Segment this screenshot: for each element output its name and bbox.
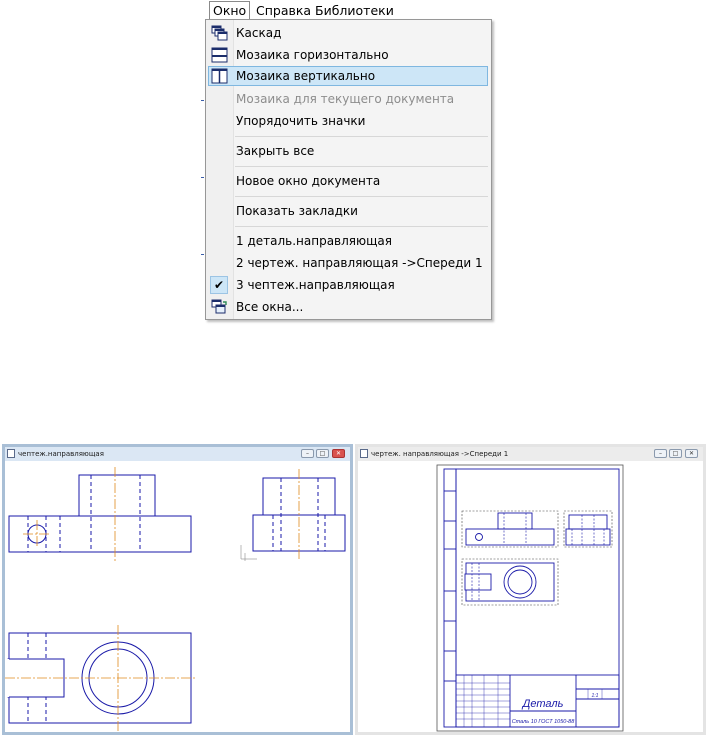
menu-bar: Окно Справка Библиотеки (206, 0, 490, 20)
tile-horizontal-icon (211, 47, 228, 63)
menu-item-label: Закрыть все (236, 144, 315, 158)
menu-item-tile-vertical[interactable]: Мозаика вертикально (208, 66, 488, 86)
menu-window[interactable]: Окно (209, 1, 251, 20)
menu-item-tile-horizontal[interactable]: Мозаика горизонтально (208, 45, 488, 65)
background-tick (201, 100, 204, 101)
menu-separator (235, 196, 488, 197)
minimize-button[interactable]: – (654, 449, 667, 458)
menu-item-label: Мозаика для текущего документа (236, 92, 455, 106)
menu-help[interactable]: Справка (253, 2, 314, 19)
background-tick (201, 254, 204, 255)
window-title: чертеж. направляющая ->Спереди 1 (371, 450, 509, 458)
background-tick (201, 177, 204, 178)
drawing-sheet: Деталь Сталь 10 ГОСТ 1050-88 1:1 (436, 464, 624, 732)
window-dropdown-menu: Каскад Мозаика горизонтально Мозаика вер… (205, 19, 492, 320)
cascade-icon (211, 25, 228, 41)
title-block-scale: 1:1 (592, 693, 599, 699)
menu-item-label: Мозаика горизонтально (236, 48, 389, 62)
close-button[interactable]: ✕ (332, 449, 345, 458)
window-titlebar[interactable]: чертеж. направляющая ->Спереди 1 – □ ✕ (358, 447, 703, 461)
menu-item-cascade[interactable]: Каскад (208, 23, 488, 43)
document-icon (7, 449, 15, 458)
maximize-button[interactable]: □ (669, 449, 682, 458)
menu-separator (235, 226, 488, 227)
title-block-name: Деталь (521, 698, 564, 710)
menu-item-window-2[interactable]: 2 чертеж. направляющая ->Спереди 1 (208, 253, 488, 273)
menu-item-label: 3 чептеж.направляющая (236, 278, 395, 292)
menu-item-label: Показать закладки (236, 204, 358, 218)
window-titlebar[interactable]: чептеж.направляющая – □ ✕ (5, 447, 350, 461)
document-window-left[interactable]: чептеж.направляющая – □ ✕ (2, 444, 353, 735)
checkmark-icon: ✔ (210, 276, 228, 294)
all-windows-icon (211, 299, 228, 315)
part-drawing (5, 467, 346, 731)
menu-item-window-1[interactable]: 1 деталь.направляющая (208, 231, 488, 251)
menu-item-show-tabs[interactable]: Показать закладки (208, 201, 488, 221)
menu-item-label: Мозаика вертикально (236, 69, 376, 83)
menu-separator (235, 136, 488, 137)
menu-item-label: 2 чертеж. направляющая ->Спереди 1 (236, 256, 483, 270)
document-icon (360, 449, 368, 458)
menu-item-arrange-icons[interactable]: Упорядочить значки (208, 111, 488, 131)
document-window-right[interactable]: чертеж. направляющая ->Спереди 1 – □ ✕ Д… (355, 444, 706, 735)
menu-window-label: Окно (213, 3, 247, 18)
menu-item-label: Новое окно документа (236, 174, 381, 188)
minimize-button[interactable]: – (301, 449, 314, 458)
tile-vertical-icon (211, 68, 228, 84)
menu-libraries-label: Библиотеки (315, 3, 394, 18)
menu-libraries[interactable]: Библиотеки (312, 2, 397, 19)
window-title: чептеж.направляющая (18, 450, 104, 458)
title-block-material: Сталь 10 ГОСТ 1050-88 (512, 719, 576, 725)
menu-item-all-windows[interactable]: Все окна... (208, 297, 488, 317)
menu-item-label: Все окна... (236, 300, 304, 314)
menu-item-close-all[interactable]: Закрыть все (208, 141, 488, 161)
menu-item-new-window[interactable]: Новое окно документа (208, 171, 488, 191)
menu-item-label: Каскад (236, 26, 282, 40)
menu-item-window-3[interactable]: ✔ 3 чептеж.направляющая (208, 275, 488, 295)
menu-item-tile-current: Мозаика для текущего документа (208, 89, 488, 109)
close-button[interactable]: ✕ (685, 449, 698, 458)
menu-item-label: Упорядочить значки (236, 114, 366, 128)
menu-item-label: 1 деталь.направляющая (236, 234, 392, 248)
menu-separator (235, 166, 488, 167)
drawing-sheet-canvas[interactable]: Деталь Сталь 10 ГОСТ 1050-88 1:1 (358, 461, 703, 732)
menu-help-label: Справка (256, 3, 312, 18)
maximize-button[interactable]: □ (316, 449, 329, 458)
drawing-canvas[interactable] (5, 461, 350, 732)
